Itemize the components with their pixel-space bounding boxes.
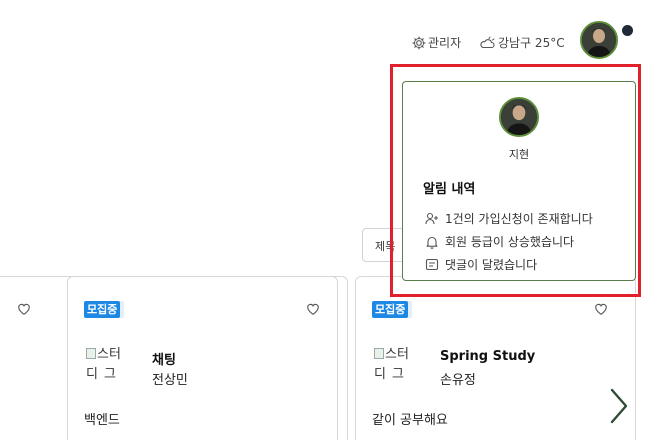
notification-item[interactable]: 회원 등급이 상승했습니다 bbox=[425, 233, 574, 250]
sort-label: 제목 bbox=[375, 240, 396, 253]
avatar-photo bbox=[501, 99, 537, 135]
notification-text: 댓글이 달렸습니다 bbox=[445, 258, 538, 272]
notification-text: 1건의 가입신청이 존재합니다 bbox=[445, 212, 593, 226]
admin-label: 관리자 bbox=[428, 36, 462, 50]
heart-icon[interactable] bbox=[306, 302, 320, 316]
status-badge: 모집중 bbox=[84, 301, 121, 318]
study-title: Spring Study bbox=[440, 349, 536, 364]
broken-image-icon bbox=[374, 348, 384, 359]
thumbnail-alt-line1: 스터 bbox=[385, 347, 409, 362]
admin-link[interactable]: 관리자 bbox=[412, 34, 461, 51]
notification-item[interactable]: 1건의 가입신청이 존재합니다 bbox=[425, 210, 593, 227]
heart-icon[interactable] bbox=[594, 302, 608, 316]
chevron-right-icon[interactable] bbox=[604, 386, 632, 426]
status-badge: 모집중 bbox=[372, 301, 409, 318]
heart-icon[interactable] bbox=[17, 302, 31, 316]
broken-image-icon bbox=[86, 348, 96, 359]
cloud-sun-icon bbox=[480, 36, 495, 48]
study-author: 손유정 bbox=[440, 373, 476, 388]
comment-icon bbox=[425, 258, 439, 271]
popup-user-name: 지현 bbox=[508, 148, 530, 161]
study-description: 백엔드 bbox=[84, 413, 120, 428]
popup-avatar bbox=[499, 97, 539, 137]
bell-icon bbox=[426, 236, 438, 249]
notification-heading: 알림 내역 bbox=[423, 182, 476, 197]
thumbnail-alt-line2: 디그 bbox=[374, 367, 410, 382]
page: 관리자 강남구 25°C 제목 모집중 스터 디그 채팅 전상민 백엔드 모집중… bbox=[0, 0, 658, 440]
study-card[interactable]: 모집중 스터 디그 채팅 전상민 백엔드 bbox=[67, 276, 338, 440]
avatar-photo bbox=[582, 23, 616, 57]
study-thumbnail: 스터 디그 bbox=[374, 345, 424, 385]
study-author: 전상민 bbox=[152, 373, 188, 388]
weather-label: 강남구 25°C bbox=[498, 36, 565, 50]
thumbnail-alt-line1: 스터 bbox=[97, 347, 121, 362]
notification-text: 회원 등급이 상승했습니다 bbox=[445, 235, 575, 249]
gear-icon bbox=[412, 35, 426, 50]
study-description: 같이 공부해요 bbox=[372, 413, 448, 428]
notification-item[interactable]: 댓글이 달렸습니다 bbox=[425, 256, 537, 273]
user-plus-icon bbox=[425, 212, 438, 225]
study-card[interactable]: 모집중 스터 디그 Spring Study 손유정 같이 공부해요 bbox=[355, 276, 636, 440]
notification-popup: 지현 알림 내역 1건의 가입신청이 존재합니다 회원 등급이 상승했습니다 댓… bbox=[402, 81, 636, 281]
study-title: 채팅 bbox=[152, 353, 176, 368]
weather-widget: 강남구 25°C bbox=[480, 34, 565, 51]
notification-dot bbox=[622, 25, 633, 36]
user-avatar[interactable] bbox=[580, 21, 618, 59]
study-thumbnail: 스터 디그 bbox=[86, 345, 136, 385]
thumbnail-alt-line2: 디그 bbox=[86, 367, 122, 382]
